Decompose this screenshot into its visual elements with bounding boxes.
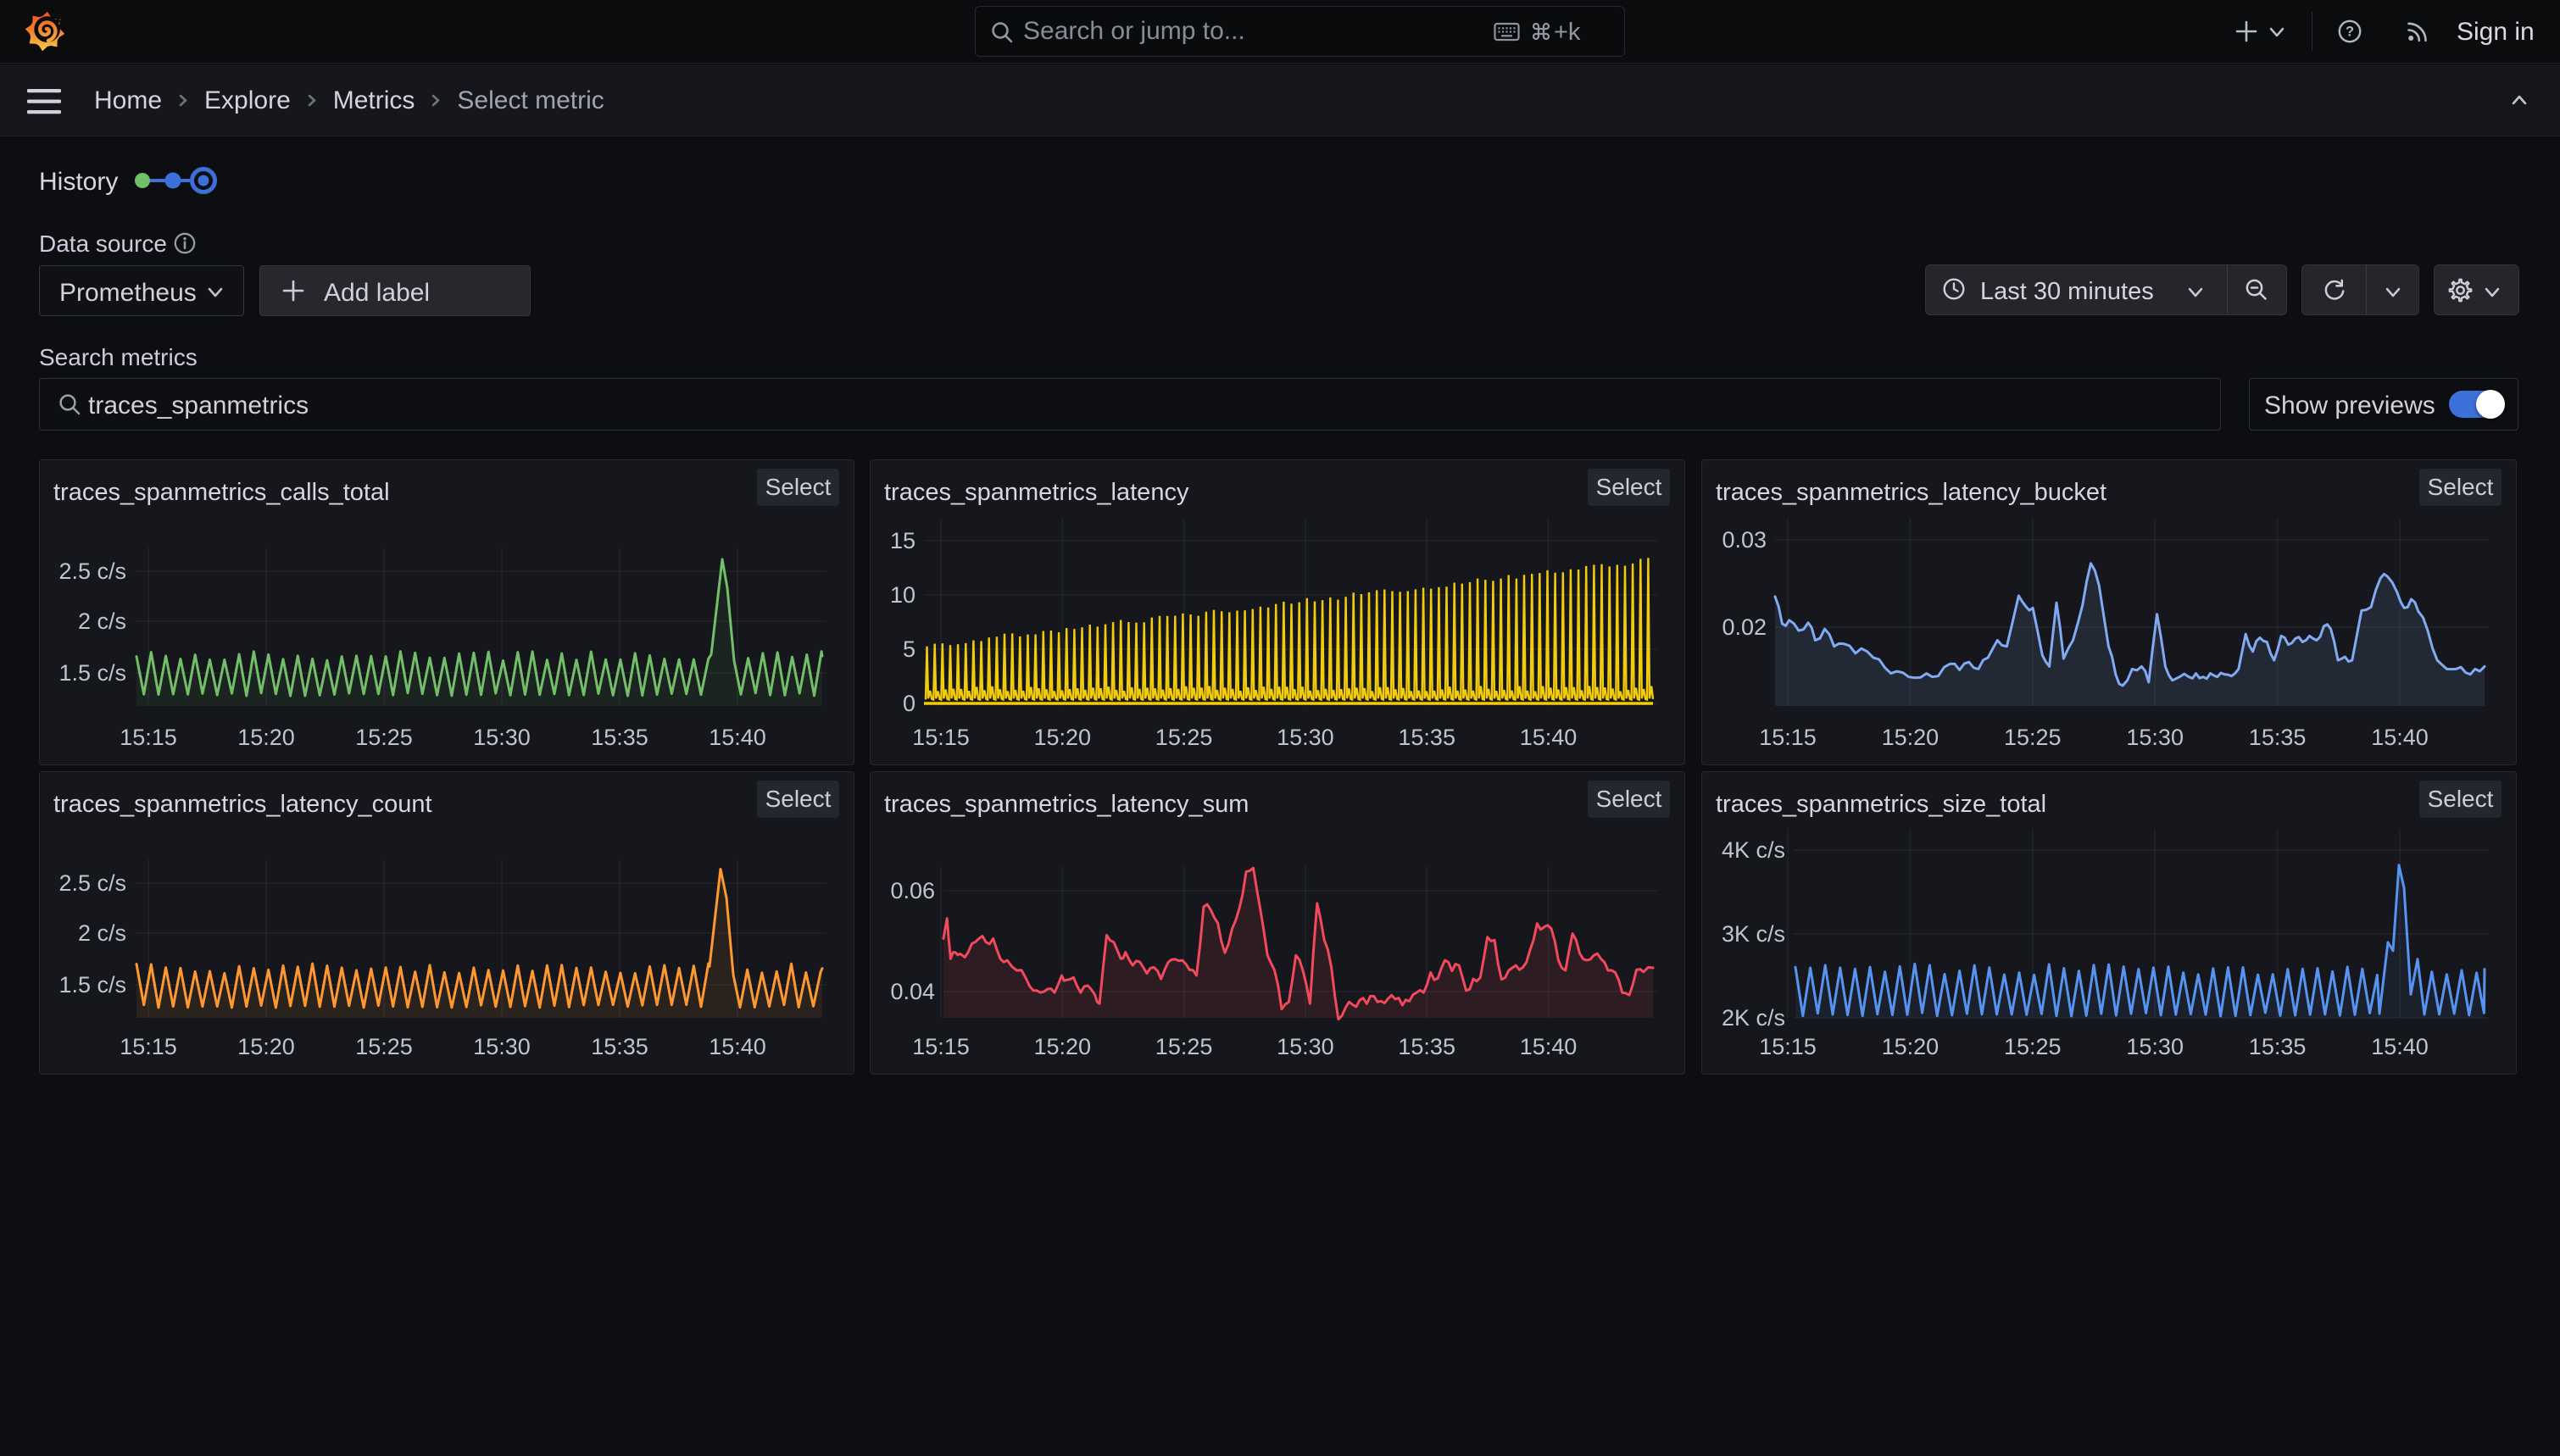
svg-text:?: ? bbox=[2346, 25, 2354, 40]
